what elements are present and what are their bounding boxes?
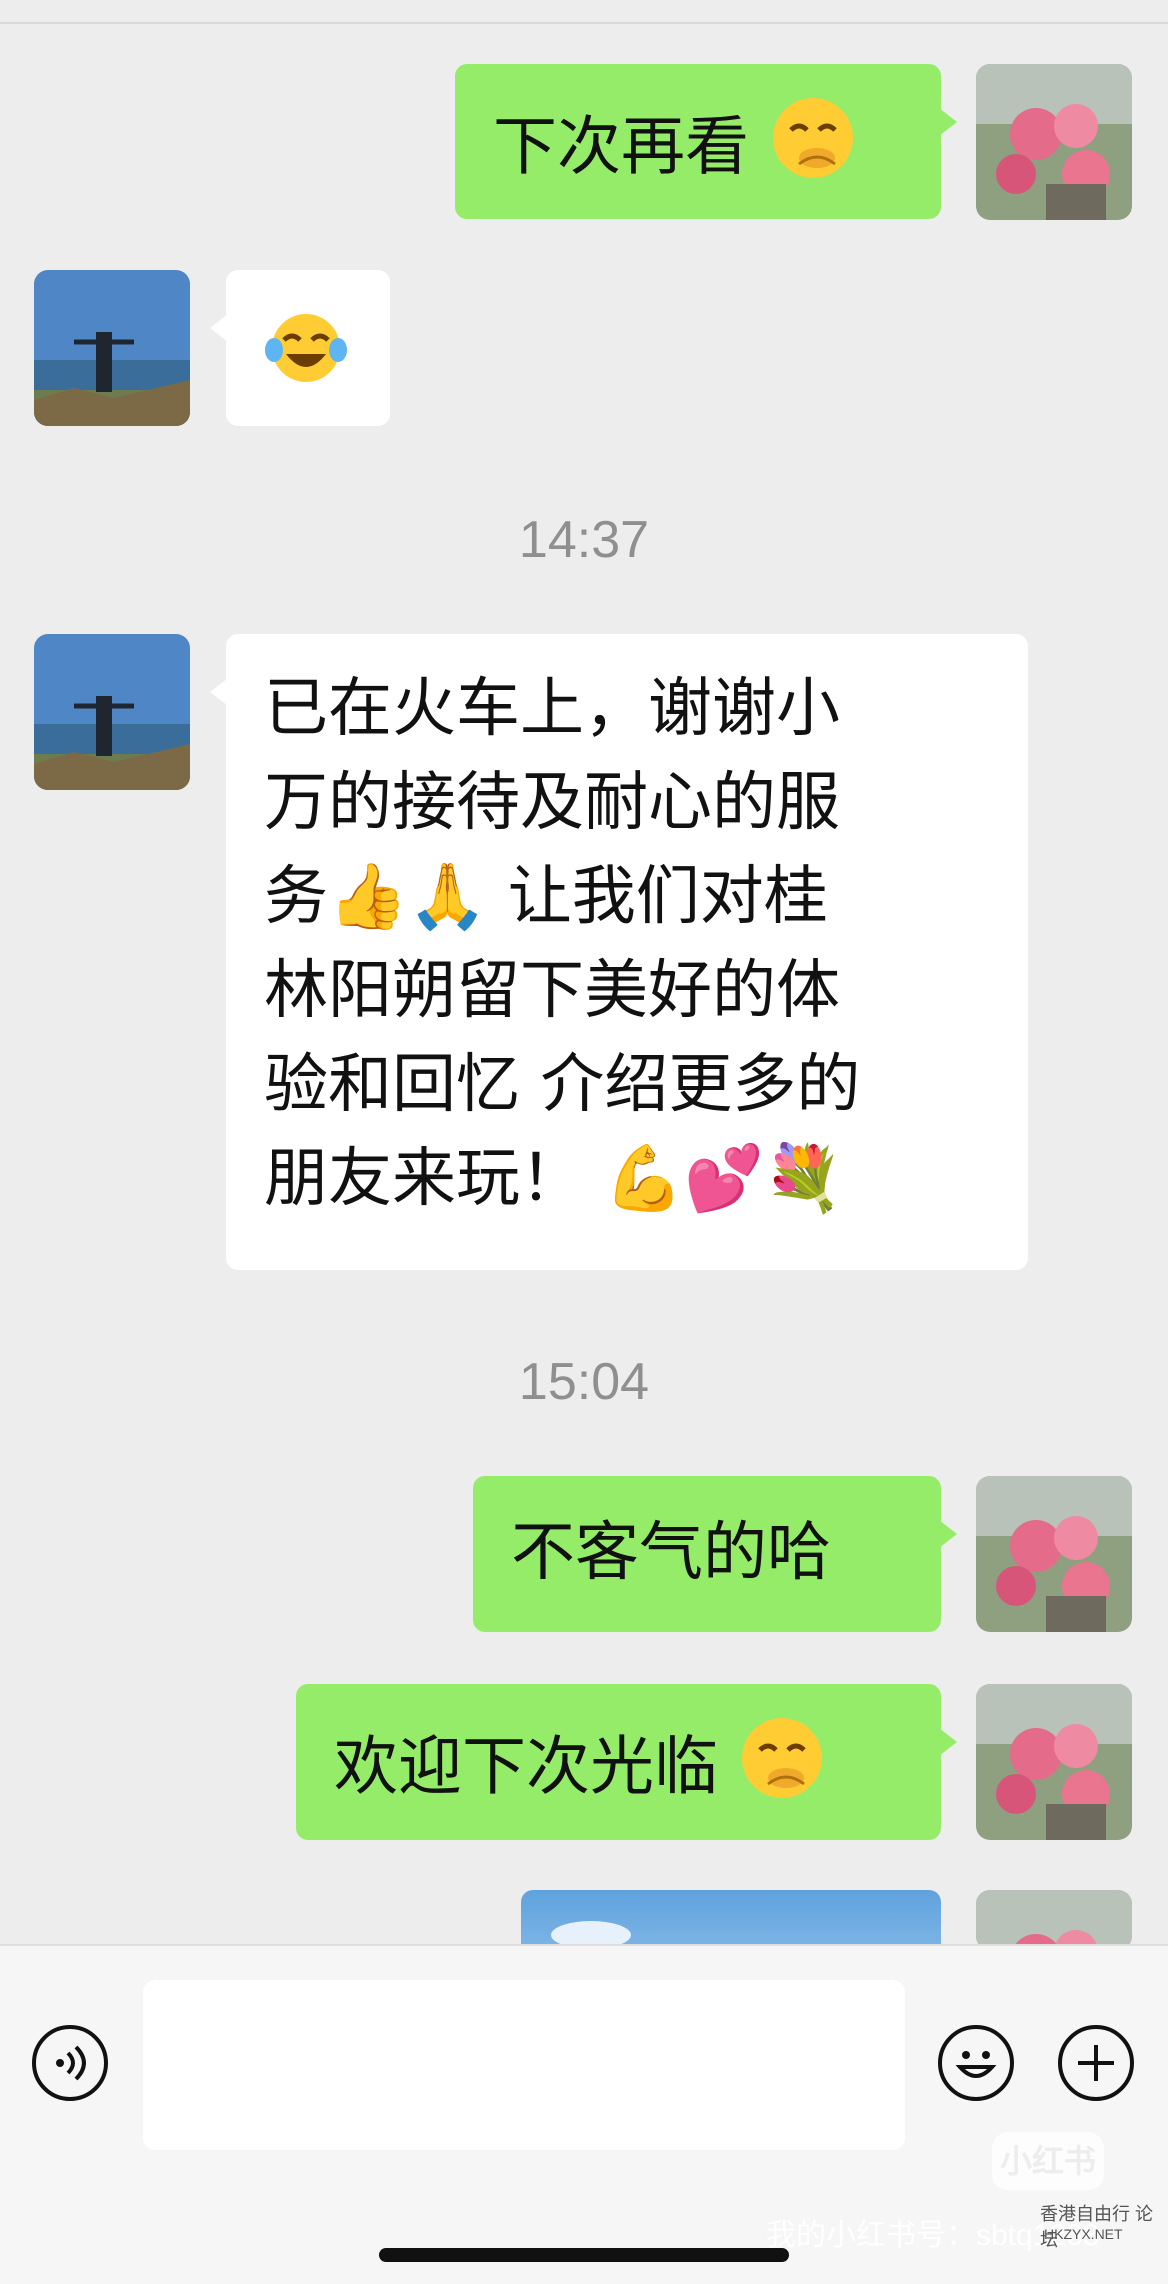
- contact-avatar[interactable]: [34, 270, 190, 426]
- message-input[interactable]: [143, 1980, 905, 2150]
- tears-of-joy-emoji-icon: [264, 310, 348, 412]
- self-avatar[interactable]: [976, 1476, 1132, 1632]
- home-indicator[interactable]: [379, 2248, 789, 2262]
- message-line: 验和回忆 介绍更多的: [264, 1048, 861, 1122]
- message-bubble-incoming[interactable]: [210, 270, 390, 426]
- message-bubble-outgoing[interactable]: 不客气的哈: [473, 1476, 957, 1632]
- message-line: 已在火车上，谢谢小: [264, 672, 840, 746]
- hand-over-mouth-emoji-icon: [738, 1714, 826, 1828]
- message-text: 下次再看: [493, 110, 749, 185]
- contact-avatar[interactable]: [34, 634, 190, 790]
- input-bar: 小红书 我的小红书号：sbtq1268 香港自由行 论坛 HKZYX.NET: [0, 1944, 1168, 2284]
- forum-url-watermark: HKZYX.NET: [1044, 2226, 1123, 2242]
- message-line: 林阳朔留下美好的体: [264, 954, 840, 1028]
- timestamp: 14:37: [518, 511, 650, 569]
- self-avatar[interactable]: [976, 1684, 1132, 1840]
- message-bubble-incoming[interactable]: 已在火车上，谢谢小 万的接待及耐心的服 务👍🙏 让我们对桂 林阳朔留下美好的体 …: [210, 634, 1028, 1270]
- message-text: 不客气的哈: [511, 1516, 831, 1590]
- message-line: 万的接待及耐心的服: [264, 766, 840, 840]
- message-line: 朋友来玩！ 💪💕💐: [264, 1142, 844, 1216]
- voice-icon[interactable]: [32, 2025, 108, 2101]
- emoji-icon[interactable]: [938, 2025, 1014, 2101]
- chat-area[interactable]: 下次再看 14:37 已在火车上，谢谢小 万的接待及耐心的服 务👍🙏 让我们对桂…: [0, 0, 1168, 1944]
- divider: [0, 22, 1168, 24]
- image-message[interactable]: [521, 1890, 941, 1944]
- plus-icon[interactable]: [1058, 2025, 1134, 2101]
- hand-over-mouth-emoji-icon: [769, 94, 857, 208]
- self-avatar[interactable]: [976, 64, 1132, 220]
- xiaohongshu-logo-watermark: 小红书: [992, 2132, 1104, 2190]
- message-bubble-outgoing[interactable]: 下次再看: [455, 64, 957, 219]
- timestamp: 15:04: [518, 1353, 650, 1411]
- message-text: 欢迎下次光临: [334, 1730, 718, 1805]
- message-bubble-outgoing[interactable]: 欢迎下次光临: [296, 1684, 957, 1840]
- message-line: 务👍🙏 让我们对桂: [264, 860, 828, 934]
- self-avatar[interactable]: [976, 1890, 1132, 1944]
